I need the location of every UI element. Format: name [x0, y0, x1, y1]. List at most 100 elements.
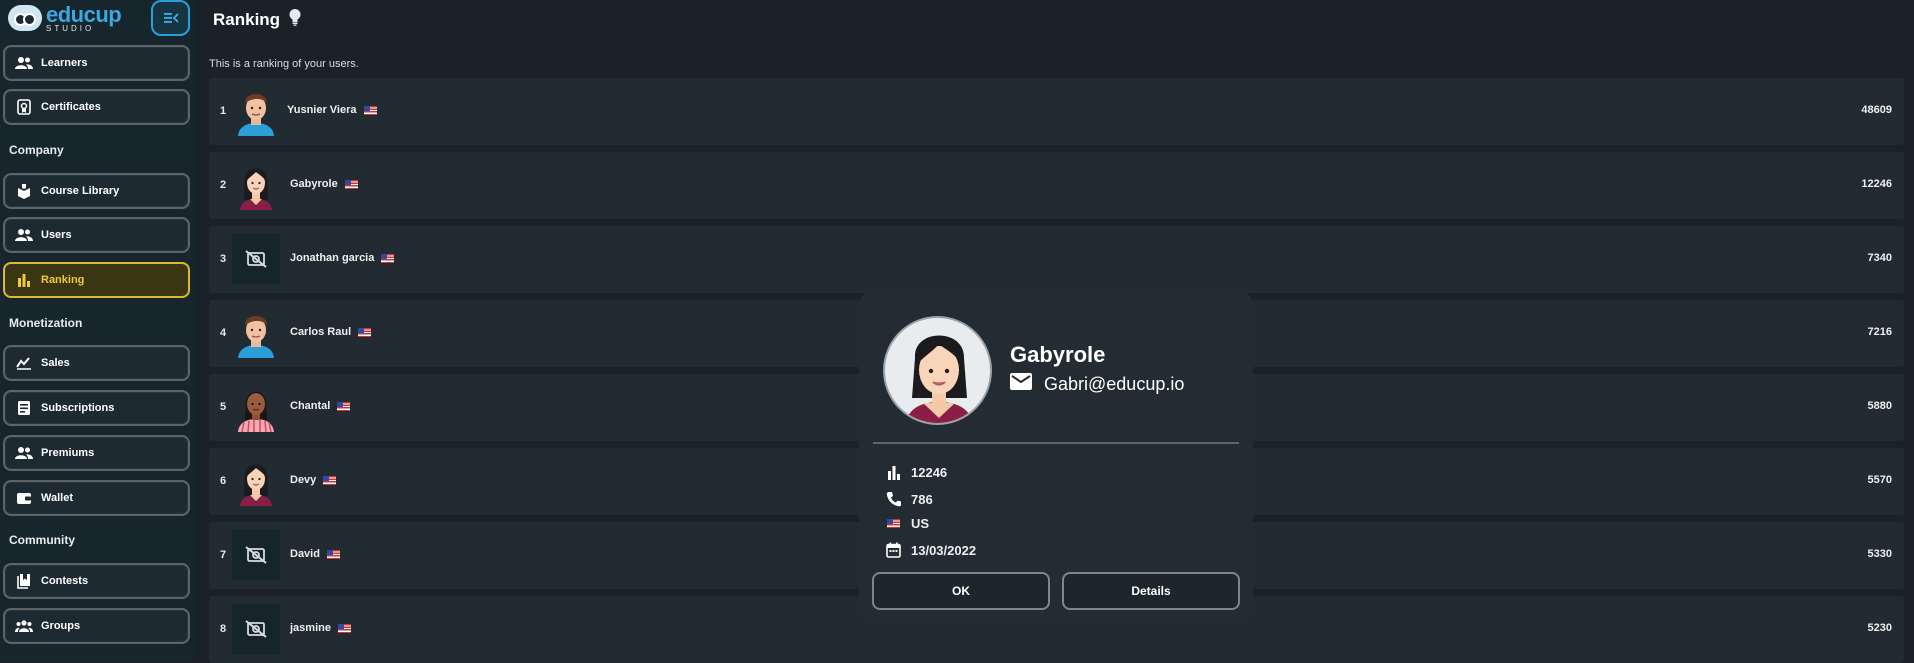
- modal-points-value: 12246: [911, 465, 948, 480]
- user-name[interactable]: Jonathan garcia: [290, 252, 395, 264]
- sidebar: educup STUDIO Learners Certificates Comp…: [0, 0, 195, 661]
- modal-date-value: 13/03/2022: [911, 542, 977, 558]
- us-flag-icon: [337, 623, 351, 633]
- subscription-icon: [15, 399, 33, 417]
- modal-user-email: Gabri@educup.io: [1010, 373, 1184, 395]
- panda-logo-icon: [8, 5, 42, 31]
- educup-logo[interactable]: educup STUDIO: [8, 1, 122, 32]
- ranking-row[interactable]: 1 Yusnier Viera 48609: [209, 78, 1904, 145]
- user-score: 48609: [1861, 104, 1892, 116]
- us-flag-icon: [323, 475, 337, 485]
- user-avatar[interactable]: [232, 308, 280, 358]
- sidebar-item-label: Ranking: [41, 274, 85, 286]
- sidebar-item-wallet[interactable]: Wallet: [3, 480, 190, 516]
- user-name[interactable]: Devy: [290, 474, 337, 486]
- us-flag-icon: [363, 105, 377, 115]
- user-avatar[interactable]: [232, 160, 280, 210]
- groups-icon: [15, 617, 33, 635]
- user-name-text: Yusnier Viera: [287, 104, 357, 116]
- rank-number: 7: [220, 549, 227, 561]
- user-avatar[interactable]: [232, 86, 280, 136]
- sidebar-item-label: Groups: [41, 620, 81, 632]
- lightbulb-icon[interactable]: [288, 8, 302, 31]
- sidebar-item-label: Subscriptions: [41, 402, 115, 414]
- sidebar-item-users[interactable]: Users: [3, 217, 190, 253]
- sidebar-item-sales[interactable]: Sales: [3, 345, 190, 381]
- users-icon: [15, 226, 33, 244]
- modal-phone-value: 786: [911, 491, 933, 507]
- no-image-icon[interactable]: [232, 234, 280, 284]
- bar-chart-icon: [885, 465, 902, 480]
- section-community: Community: [9, 533, 75, 547]
- user-name-text: Gabyrole: [290, 178, 338, 190]
- sidebar-item-groups[interactable]: Groups: [3, 608, 190, 644]
- user-name[interactable]: jasmine: [290, 622, 351, 634]
- rank-number: 4: [220, 327, 227, 339]
- ok-button[interactable]: OK: [872, 572, 1050, 610]
- sidebar-item-course-library[interactable]: Course Library: [3, 173, 190, 209]
- user-name[interactable]: Yusnier Viera: [287, 104, 377, 116]
- sidebar-item-subscriptions[interactable]: Subscriptions: [3, 390, 190, 426]
- wallet-icon: [15, 489, 33, 507]
- user-score: 12246: [1861, 178, 1892, 190]
- details-button[interactable]: Details: [1062, 572, 1240, 610]
- user-name-text: David: [290, 548, 320, 560]
- page-title: Ranking: [213, 8, 302, 31]
- page-title-text: Ranking: [213, 9, 281, 29]
- ranking-row[interactable]: 2 Gabyrole 12246: [209, 152, 1904, 219]
- no-image-icon[interactable]: [232, 530, 280, 580]
- us-flag-icon: [337, 401, 351, 411]
- user-score: 7340: [1867, 252, 1892, 264]
- user-name[interactable]: Gabyrole: [290, 178, 358, 190]
- mail-icon: [1010, 373, 1032, 395]
- contests-icon: [15, 572, 33, 590]
- user-name[interactable]: David: [290, 548, 340, 560]
- modal-country: US: [885, 516, 929, 531]
- sidebar-item-premiums[interactable]: Premiums: [3, 435, 190, 471]
- user-score: 5570: [1867, 474, 1892, 486]
- user-score: 5330: [1867, 548, 1892, 560]
- user-avatar[interactable]: [232, 382, 280, 433]
- sidebar-item-label: Premiums: [41, 447, 95, 459]
- sidebar-item-certificates[interactable]: Certificates: [3, 89, 190, 125]
- user-name-text: jasmine: [290, 622, 331, 634]
- modal-country-value: US: [911, 516, 930, 531]
- user-name[interactable]: Carlos Raul: [290, 326, 372, 338]
- bar-chart-icon: [15, 271, 33, 289]
- modal-user-name: Gabyrole: [1010, 342, 1106, 367]
- us-flag-icon: [344, 179, 358, 189]
- user-score: 5880: [1867, 400, 1892, 412]
- sidebar-item-label: Course Library: [41, 185, 120, 197]
- rank-number: 3: [220, 253, 227, 265]
- modal-divider: [873, 442, 1239, 444]
- ranking-row[interactable]: 3 Jonathan garcia 7340: [209, 226, 1904, 293]
- us-flag-icon: [885, 519, 902, 528]
- no-image-icon[interactable]: [232, 604, 280, 654]
- modal-phone: 786: [885, 491, 933, 507]
- course-box-icon: [15, 182, 33, 200]
- people-icon: [15, 54, 33, 72]
- modal-points: 12246: [885, 465, 947, 480]
- user-name[interactable]: Chantal: [290, 400, 351, 412]
- sidebar-item-label: Certificates: [41, 101, 101, 113]
- sidebar-item-label: Users: [41, 229, 72, 241]
- phone-icon: [885, 491, 902, 507]
- sidebar-item-learners[interactable]: Learners: [3, 45, 190, 81]
- rank-number: 8: [220, 623, 227, 635]
- page-subtitle: This is a ranking of your users.: [209, 58, 359, 70]
- section-monetization: Monetization: [9, 316, 83, 330]
- user-avatar: [883, 316, 992, 425]
- user-avatar[interactable]: [232, 456, 280, 506]
- collapse-sidebar-button[interactable]: [151, 0, 190, 36]
- sidebar-item-label: Learners: [41, 57, 88, 69]
- rank-number: 6: [220, 475, 227, 487]
- sidebar-item-contests[interactable]: Contests: [3, 563, 190, 599]
- modal-email-text: Gabri@educup.io: [1044, 373, 1185, 394]
- modal-date: 13/03/2022: [885, 542, 976, 558]
- user-name-text: Jonathan garcia: [290, 252, 375, 264]
- brand-name: educup: [46, 1, 122, 27]
- user-name-text: Devy: [290, 474, 317, 486]
- sidebar-item-ranking[interactable]: Ranking: [3, 262, 190, 298]
- section-company: Company: [9, 143, 64, 157]
- user-name-text: Chantal: [290, 400, 331, 412]
